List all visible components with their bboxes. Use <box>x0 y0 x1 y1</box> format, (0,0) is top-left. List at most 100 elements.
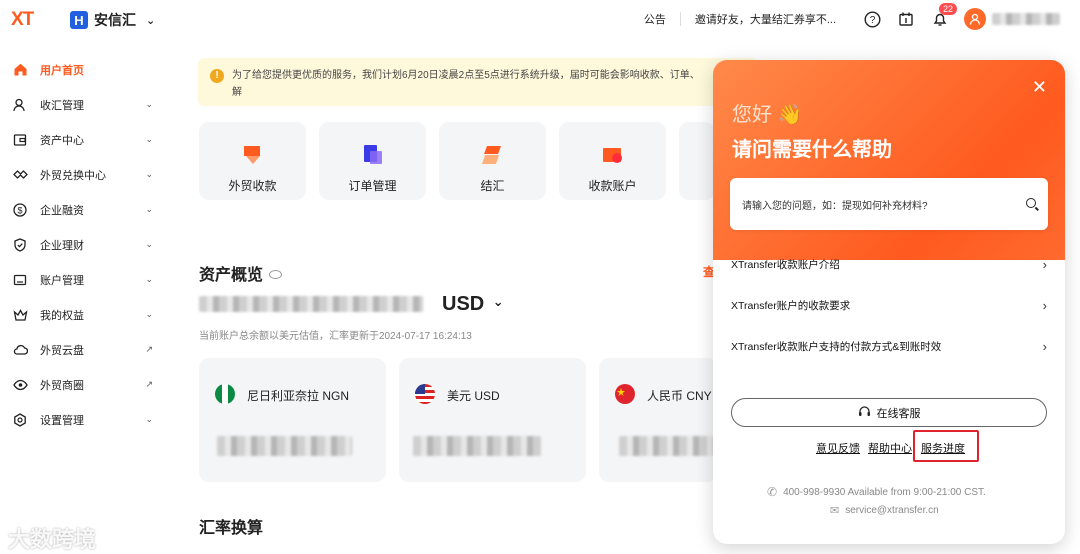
sidebar-item-label: 外贸商圈 <box>40 379 84 392</box>
chevron-right-icon: › <box>1042 338 1047 354</box>
sidebar-item-settings[interactable]: 设置管理 ⌄ <box>0 402 175 437</box>
settings-icon <box>12 412 28 428</box>
sidebar-item-wealth[interactable]: 企业理财 ⌄ <box>0 227 175 262</box>
quick-card-collection[interactable]: 外贸收款 <box>199 122 306 200</box>
announcement-link[interactable]: 公告 <box>644 11 666 27</box>
faq-item[interactable]: XTransfer账户的收款要求 › <box>731 290 1047 320</box>
dollar-icon: $ <box>12 202 28 218</box>
settlement-icon <box>481 144 505 166</box>
help-icon[interactable]: ? <box>862 9 882 29</box>
sidebar-item-account[interactable]: 账户管理 ⌄ <box>0 262 175 297</box>
account-card-ngn[interactable]: 尼日利亚奈拉 NGN <box>199 358 386 482</box>
us-flag-icon <box>415 384 435 404</box>
faq-label: XTransfer账户的收款要求 <box>731 299 851 312</box>
sidebar-item-collection[interactable]: 收汇管理 ⌄ <box>0 87 175 122</box>
chevron-right-icon: › <box>1042 256 1047 272</box>
chevron-down-icon: ⌄ <box>145 239 153 249</box>
account-icon <box>12 272 28 288</box>
online-service-button[interactable]: 在线客服 <box>731 398 1047 427</box>
wallet-icon <box>12 132 28 148</box>
external-link-icon: ↗ <box>145 379 153 389</box>
user-menu[interactable] <box>964 8 1060 30</box>
brand-switcher[interactable]: H 安信汇 ⌄ <box>70 10 155 30</box>
faq-label: XTransfer收款账户介绍 <box>731 258 840 271</box>
feedback-link[interactable]: 意见反馈 <box>816 440 860 456</box>
account-card-usd[interactable]: 美元 USD <box>399 358 586 482</box>
home-icon <box>12 62 28 78</box>
divider <box>679 12 681 26</box>
sidebar-item-assets[interactable]: 资产中心 ⌄ <box>0 122 175 157</box>
brand-name: 安信汇 <box>94 12 136 28</box>
headset-icon <box>858 405 871 421</box>
sidebar-item-rights[interactable]: 我的权益 ⌄ <box>0 297 175 332</box>
sidebar-item-label: 设置管理 <box>40 414 84 427</box>
calendar-gift-icon[interactable] <box>896 9 916 29</box>
invite-link[interactable]: 邀请好友，大量结汇券享不... <box>695 11 836 27</box>
eye-toggle-icon[interactable] <box>269 270 283 279</box>
help-center-link[interactable]: 帮助中心 <box>868 440 912 456</box>
faq-label: XTransfer收款账户支持的付款方式&到账时效 <box>731 340 942 353</box>
phone-text: 400-998-9930 Available from 9:00-21:00 C… <box>783 486 986 498</box>
rate-update-note: 当前账户总余额以美元估值，汇率更新于2024-07-17 16:24:13 <box>199 331 472 342</box>
nigeria-flag-icon <box>215 384 235 404</box>
chevron-down-icon: ⌄ <box>145 169 153 179</box>
crown-icon <box>12 307 28 323</box>
notification-badge: 22 <box>939 3 958 15</box>
sidebar-item-label: 企业理财 <box>40 239 84 252</box>
currency-label: USD <box>442 293 485 315</box>
quick-card-label: 外贸收款 <box>228 179 277 193</box>
phone-icon: ✆ <box>767 485 778 499</box>
sidebar-item-exchange[interactable]: 外贸兑换中心 ⌄ <box>0 157 175 192</box>
help-popup: 您好 👋 请问需要什么帮助 ✕ 请输入您的问题，如：提现如何补充材料? XTra… <box>713 60 1065 544</box>
sidebar-item-label: 资产中心 <box>40 134 84 147</box>
eye-icon <box>12 377 28 393</box>
bell-icon[interactable]: 22 <box>930 3 958 29</box>
chevron-down-icon: ⌄ <box>146 14 156 27</box>
help-greeting: 您好 👋 <box>732 104 803 126</box>
blurred-balance <box>199 296 423 312</box>
sidebar-item-cloud[interactable]: 外贸云盘 ↗ <box>0 332 175 367</box>
sidebar-item-business-circle[interactable]: 外贸商圈 ↗ <box>0 367 175 402</box>
close-icon[interactable]: ✕ <box>1032 77 1047 98</box>
highlight-box <box>913 430 979 462</box>
account-name: 人民币 CNY <box>647 389 712 403</box>
sidebar-item-label: 账户管理 <box>40 274 84 287</box>
sidebar-item-label: 收汇管理 <box>40 99 84 112</box>
chevron-down-icon: ⌄ <box>145 99 153 109</box>
blurred-username <box>992 13 1060 25</box>
maintenance-notice: ! 为了给您提供更优质的服务，我们计划6月20日凌晨2点至5点进行系统升级，届时… <box>198 58 758 106</box>
search-icon[interactable] <box>1026 198 1036 208</box>
blurred-amount <box>619 436 714 456</box>
account-card-cny[interactable]: 人民币 CNY <box>599 358 717 482</box>
account-name: 尼日利亚奈拉 NGN <box>247 389 350 403</box>
help-search-input[interactable]: 请输入您的问题，如：提现如何补充材料? <box>730 178 1048 230</box>
sidebar-item-financing[interactable]: $ 企业融资 ⌄ <box>0 192 175 227</box>
quick-card-settlement[interactable]: 结汇 <box>439 122 546 200</box>
orders-icon <box>361 144 385 166</box>
notice-text-continued: 解 <box>232 87 242 98</box>
sidebar-item-label: 企业融资 <box>40 204 84 217</box>
search-placeholder: 请输入您的问题，如：提现如何补充材料? <box>742 200 928 212</box>
asset-overview-label: 资产概览 <box>199 267 264 284</box>
faq-item[interactable]: XTransfer收款账户支持的付款方式&到账时效 › <box>731 331 1047 361</box>
collection-icon <box>241 144 265 166</box>
chevron-down-icon: ⌄ <box>492 294 504 309</box>
quick-card-orders[interactable]: 订单管理 <box>319 122 426 200</box>
chevron-down-icon: ⌄ <box>145 274 153 284</box>
xt-logo[interactable]: XT <box>11 9 34 31</box>
quick-card-partial[interactable] <box>679 122 715 200</box>
currency-selector[interactable]: USD ⌄ <box>442 293 504 316</box>
online-service-label: 在线客服 <box>876 407 921 420</box>
chevron-down-icon: ⌄ <box>145 414 153 424</box>
cloud-icon <box>12 342 28 358</box>
shield-icon <box>12 237 28 253</box>
sidebar-item-label: 外贸兑换中心 <box>40 169 106 182</box>
quick-card-receiving-account[interactable]: 收款账户 <box>559 122 666 200</box>
contact-email: ✉ service@xtransfer.cn <box>830 504 939 517</box>
top-bar: XT H 安信汇 ⌄ 公告 邀请好友，大量结汇券享不... ? 22 <box>0 0 1080 42</box>
external-link-icon: ↗ <box>145 344 153 354</box>
sidebar-item-label: 我的权益 <box>40 309 84 322</box>
sidebar-item-home[interactable]: 用户首页 <box>0 52 175 87</box>
faq-item[interactable]: XTransfer收款账户介绍 › <box>731 249 1047 279</box>
contact-phone: ✆ 400-998-9930 Available from 9:00-21:00… <box>767 485 986 499</box>
